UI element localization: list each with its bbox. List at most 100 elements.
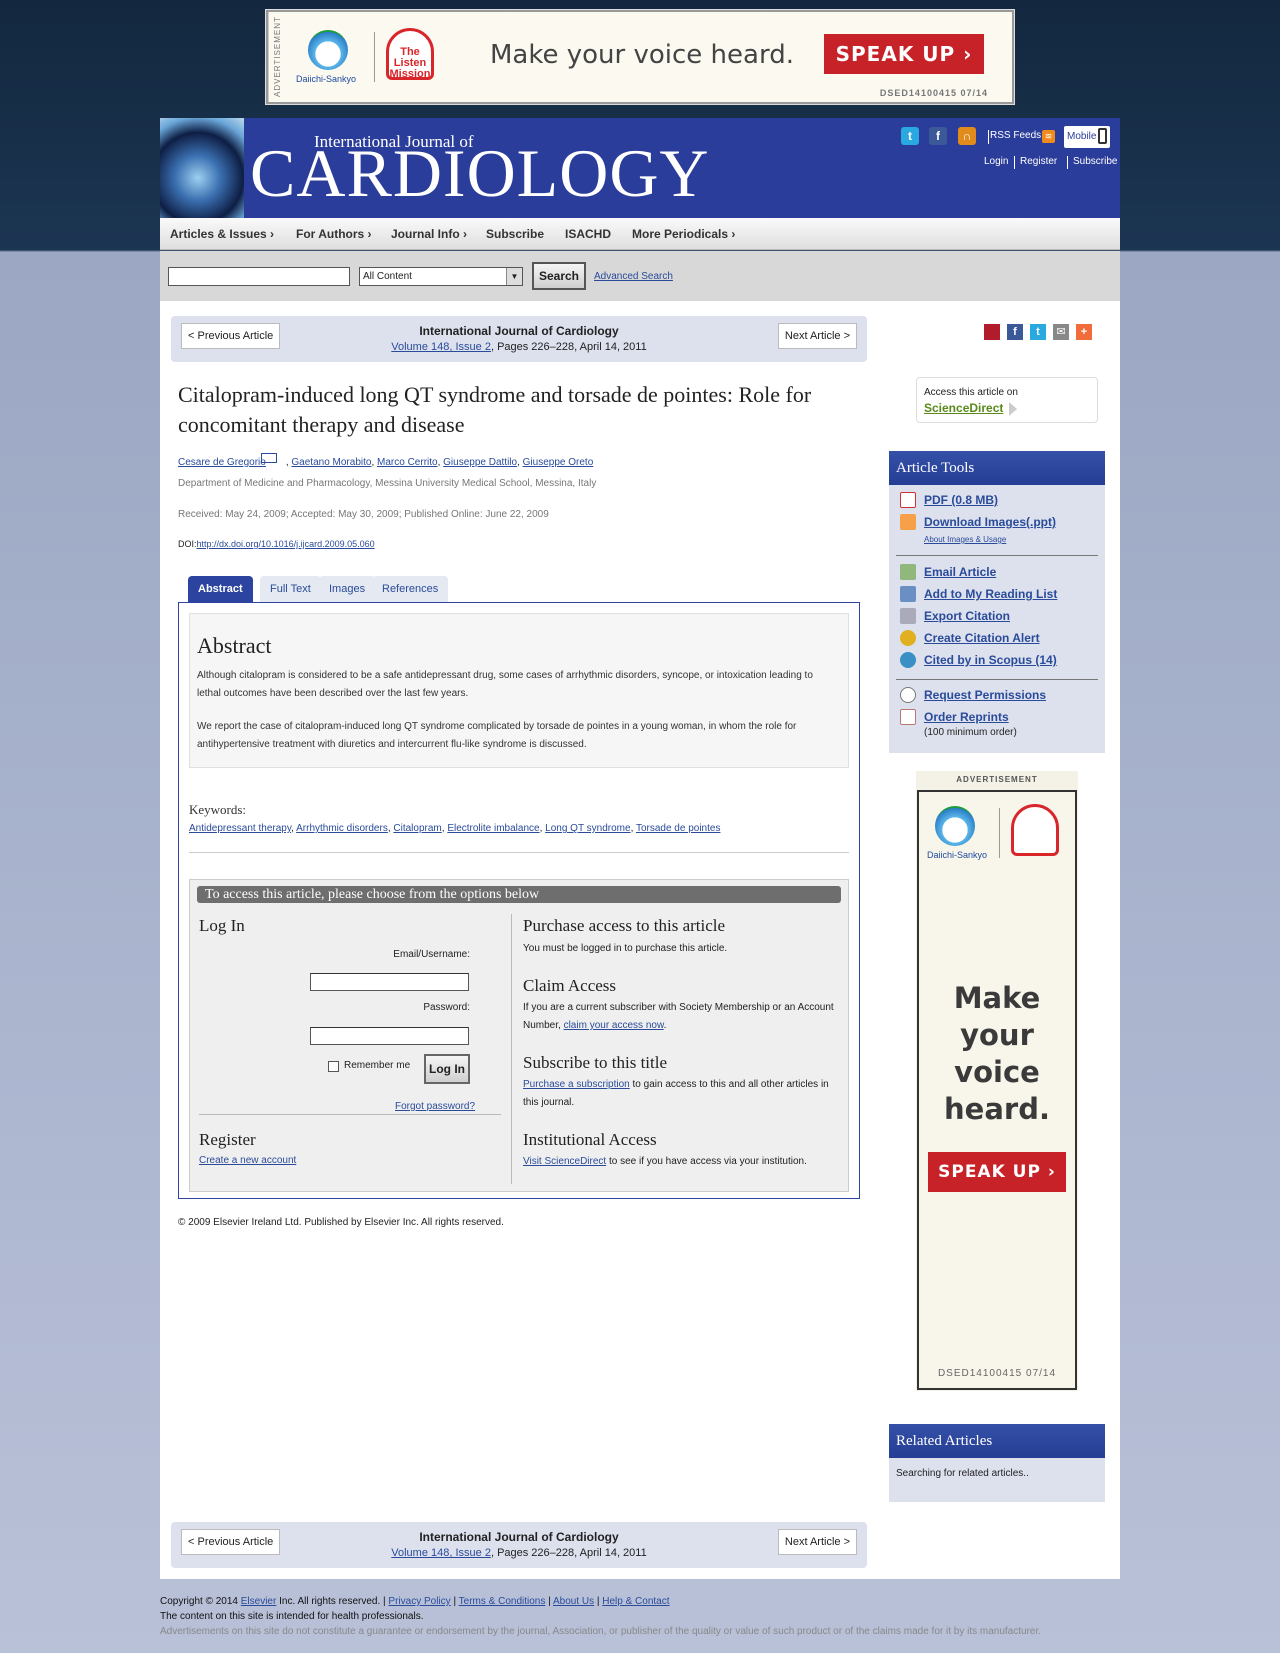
tab-abstract[interactable]: Abstract — [188, 576, 253, 602]
terms-link[interactable]: Terms & Conditions — [459, 1596, 546, 1607]
tab-references[interactable]: References — [372, 576, 449, 602]
login-button[interactable]: Log In — [424, 1054, 470, 1084]
journal-title[interactable]: CARDIOLOGY — [250, 139, 710, 207]
sciencedirect-box[interactable]: Access this article on ScienceDirect — [916, 377, 1098, 423]
nav-more-periodicals[interactable]: More Periodicals › — [632, 227, 735, 241]
search-scope-select[interactable]: All Content ▼ — [359, 267, 523, 286]
request-permissions-link[interactable]: Request Permissions — [924, 688, 1046, 702]
export-citation-link[interactable]: Export Citation — [924, 609, 1010, 623]
advanced-search-link[interactable]: Advanced Search — [594, 271, 673, 282]
author-link[interactable]: Giuseppe Oreto — [523, 457, 594, 468]
about-us-link[interactable]: About Us — [553, 1596, 594, 1607]
daiichi-sankyo-logo-icon — [308, 30, 348, 70]
institutional-heading: Institutional Access — [523, 1130, 657, 1149]
add-share-icon[interactable]: + — [1076, 324, 1092, 340]
email-share-icon[interactable]: ✉ — [1053, 324, 1069, 340]
speak-up-button[interactable]: SPEAK UP › — [824, 34, 984, 74]
bell-icon — [900, 630, 916, 646]
forgot-password-link[interactable]: Forgot password? — [395, 1101, 475, 1112]
ad-company-name: Daiichi-Sankyo — [927, 850, 988, 860]
privacy-policy-link[interactable]: Privacy Policy — [388, 1596, 450, 1607]
article-pages: , Pages 226–228, April 14, 2011 — [490, 1547, 647, 1559]
twitter-icon[interactable]: t — [901, 127, 919, 145]
reprints-icon — [900, 709, 916, 725]
mobile-button[interactable]: Mobile — [1064, 126, 1110, 148]
nav-subscribe[interactable]: Subscribe — [486, 227, 544, 241]
subscribe-link[interactable]: Subscribe — [1073, 156, 1117, 167]
purchase-subscription-link[interactable]: Purchase a subscription — [523, 1079, 630, 1090]
about-images-link[interactable]: About Images & Usage — [924, 535, 1006, 544]
sidebar-advertisement[interactable]: ADVERTISEMENT Daiichi-Sankyo Make your v… — [916, 771, 1078, 1391]
email-field[interactable] — [310, 973, 469, 991]
nav-for-authors[interactable]: For Authors › — [296, 227, 372, 241]
cited-by-scopus-link[interactable]: Cited by in Scopus (14) — [924, 653, 1057, 667]
author-link[interactable]: Cesare de Gregorio — [178, 457, 266, 468]
password-field[interactable] — [310, 1027, 469, 1045]
author-link[interactable]: Giuseppe Dattilo — [443, 457, 517, 468]
abstract-paragraph: We report the case of citalopram-induced… — [197, 721, 797, 750]
top-advertisement[interactable]: ADVERTISEMENT Daiichi-Sankyo The Listen … — [265, 9, 1015, 105]
chevron-down-icon[interactable]: ▼ — [506, 268, 522, 285]
footer-copyright: Copyright © 2014 Elsevier Inc. All right… — [160, 1594, 1120, 1609]
email-article-link[interactable]: Email Article — [924, 565, 996, 579]
purchase-heading: Purchase access to this article — [523, 916, 726, 935]
keyword-link[interactable]: Electrolite imbalance — [447, 823, 539, 834]
author-affiliation: Department of Medicine and Pharmacology,… — [178, 478, 597, 489]
remember-me-checkbox[interactable] — [328, 1061, 339, 1072]
author-link[interactable]: Marco Cerrito — [377, 457, 438, 468]
author-link[interactable]: Gaetano Morabito — [291, 457, 371, 468]
tab-images[interactable]: Images — [319, 576, 376, 602]
facebook-share-icon[interactable]: f — [1007, 324, 1023, 340]
ad-slogan-line: heard. — [944, 1092, 1050, 1126]
search-button[interactable]: Search — [532, 262, 586, 290]
citation-alert-link[interactable]: Create Citation Alert — [924, 631, 1040, 645]
main-nav: Articles & Issues › For Authors › Journa… — [160, 218, 1120, 250]
email-author-icon[interactable] — [261, 453, 277, 463]
rss-feeds-link[interactable]: RSS Feeds — [990, 130, 1041, 141]
visit-sciencedirect-link[interactable]: Visit ScienceDirect — [523, 1156, 606, 1167]
keyword-link[interactable]: Citalopram — [393, 823, 441, 834]
previous-article-button[interactable]: < Previous Article — [181, 323, 281, 349]
facebook-icon[interactable]: f — [929, 127, 947, 145]
download-images-link[interactable]: Download Images(.ppt) — [924, 515, 1056, 529]
reading-list-link[interactable]: Add to My Reading List — [924, 587, 1057, 601]
link-separator — [1067, 156, 1068, 169]
volume-link[interactable]: Volume 148, Issue 2 — [391, 1547, 491, 1559]
register-link[interactable]: Register — [1020, 156, 1057, 167]
mendeley-icon[interactable] — [984, 324, 1000, 340]
order-reprints-link[interactable]: Order Reprints — [924, 710, 1009, 724]
keyword-link[interactable]: Antidepressant therapy — [189, 823, 291, 834]
previous-article-button[interactable]: < Previous Article — [181, 1529, 281, 1555]
nav-articles-issues[interactable]: Articles & Issues › — [170, 227, 274, 241]
pdf-link[interactable]: PDF (0.8 MB) — [924, 493, 998, 507]
elsevier-link[interactable]: Elsevier — [241, 1596, 277, 1607]
twitter-share-icon[interactable]: t — [1030, 324, 1046, 340]
link-separator — [1014, 156, 1015, 169]
volume-link[interactable]: Volume 148, Issue 2 — [391, 341, 491, 353]
author-list: Cesare de Gregorio, Gaetano Morabito, Ma… — [178, 453, 594, 468]
speak-up-button[interactable]: SPEAK UP › — [928, 1152, 1066, 1192]
claim-access-link[interactable]: claim your access now — [564, 1020, 664, 1031]
create-account-link[interactable]: Create a new account — [199, 1155, 296, 1166]
next-article-button[interactable]: Next Article > — [777, 1529, 857, 1555]
search-input[interactable] — [168, 267, 350, 286]
article-tools-heading: Article Tools — [889, 451, 1105, 485]
ad-slogan: Make your voice heard. — [919, 980, 1075, 1128]
keyword-link[interactable]: Torsade de pointes — [636, 823, 721, 834]
sciencedirect-link[interactable]: ScienceDirect — [924, 401, 1003, 415]
help-contact-link[interactable]: Help & Contact — [602, 1596, 669, 1607]
next-article-button[interactable]: Next Article > — [777, 323, 857, 349]
blog-icon[interactable]: ∩ — [958, 127, 976, 145]
keyword-link[interactable]: Long QT syndrome — [545, 823, 630, 834]
password-label: Password: — [423, 1002, 470, 1013]
nav-isachd[interactable]: ISACHD — [565, 227, 611, 241]
ad-code: DSED14100415 07/14 — [937, 1368, 1057, 1379]
doi-link[interactable]: http://dx.doi.org/10.1016/j.ijcard.2009.… — [197, 539, 375, 549]
tab-full-text[interactable]: Full Text — [260, 576, 321, 602]
rss-icon[interactable]: ≋ — [1042, 130, 1055, 143]
footer-text: Inc. All rights reserved. | — [276, 1596, 389, 1607]
nav-journal-info[interactable]: Journal Info › — [391, 227, 467, 241]
article-navigation-top: International Journal of Cardiology Volu… — [171, 316, 867, 362]
keyword-link[interactable]: Arrhythmic disorders — [296, 823, 388, 834]
login-link[interactable]: Login — [984, 156, 1008, 167]
